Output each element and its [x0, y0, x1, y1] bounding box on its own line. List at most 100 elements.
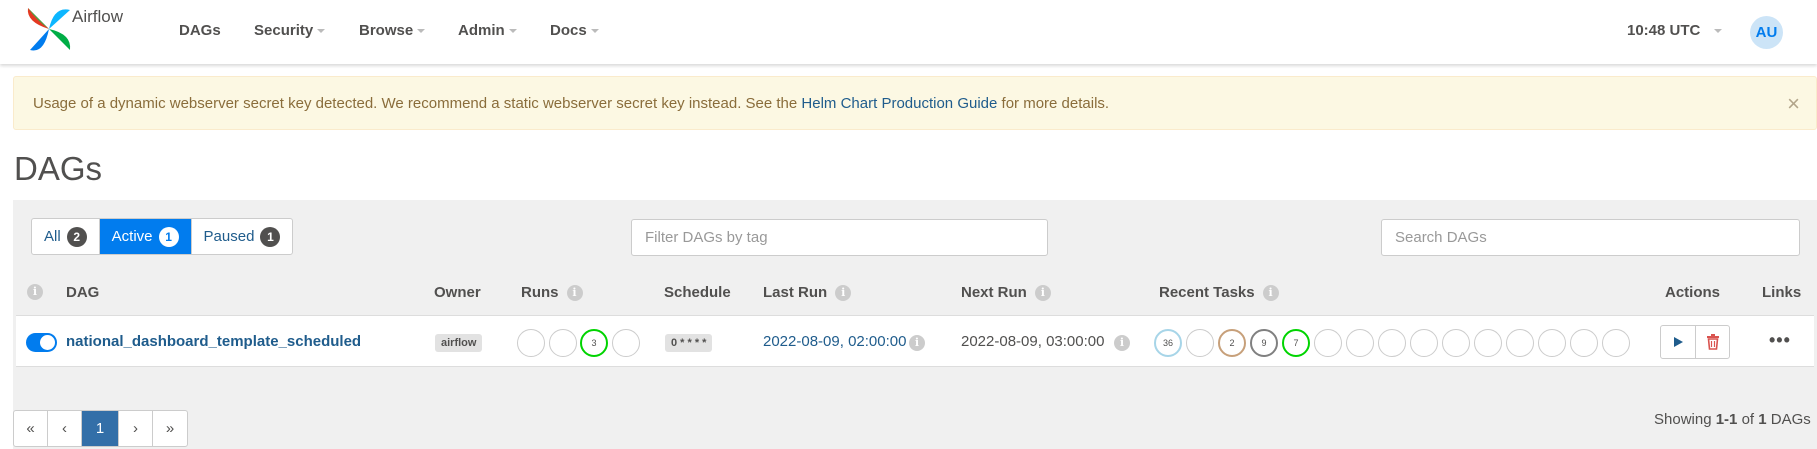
alert-text-after: for more details. — [997, 94, 1110, 112]
caret-down-icon — [508, 28, 517, 33]
nav-browse[interactable]: Browse — [359, 22, 426, 39]
header-links-label: Links — [1762, 284, 1802, 301]
secret-key-alert: Usage of a dynamic webserver secret key … — [13, 76, 1817, 130]
header-owner-label: Owner — [434, 284, 481, 301]
header-schedule-label: Schedule — [664, 284, 731, 301]
info-icon[interactable]: i — [1262, 284, 1279, 301]
close-icon[interactable]: × — [1787, 91, 1800, 117]
filter-paused-button[interactable]: Paused 1 — [192, 219, 293, 254]
clock-dropdown[interactable]: 10:48 UTC — [1627, 22, 1723, 39]
filter-paused-count: 1 — [260, 226, 281, 247]
info-icon[interactable]: i — [835, 284, 852, 301]
header-schedule: Schedule — [664, 284, 731, 301]
nav-admin[interactable]: Admin — [458, 22, 517, 39]
task-state-circle-success[interactable]: 7 — [1282, 329, 1310, 357]
airflow-pinwheel-icon — [27, 8, 71, 51]
task-state-circle[interactable] — [1602, 329, 1630, 357]
status-filter-group: All 2 Active 1 Paused 1 — [31, 218, 294, 255]
play-icon — [1674, 337, 1683, 347]
alert-text: Usage of a dynamic webserver secret key … — [33, 95, 1109, 112]
header-dag[interactable]: DAG — [66, 284, 99, 301]
header-info: i — [27, 284, 43, 300]
nav-admin-label: Admin — [458, 22, 505, 39]
search-dags-input[interactable]: Search DAGs — [1381, 219, 1800, 256]
header-next-run-label: Next Run — [961, 284, 1027, 301]
nav-security-label: Security — [254, 22, 314, 39]
nav-dags[interactable]: DAGs — [179, 22, 221, 39]
filter-active-button[interactable]: Active 1 — [99, 219, 192, 254]
header-actions: Actions — [1665, 284, 1720, 301]
nav-browse-label: Browse — [359, 22, 414, 39]
delete-dag-button[interactable] — [1695, 326, 1729, 358]
task-state-circle-scheduled[interactable]: 36 — [1154, 329, 1182, 357]
nav-security[interactable]: Security — [254, 22, 326, 39]
header-next-run[interactable]: Next Run i — [961, 284, 1051, 301]
header-runs-label: Runs — [521, 284, 559, 301]
filter-active-count: 1 — [158, 226, 179, 247]
page-next-button[interactable]: › — [119, 411, 153, 446]
task-state-circle[interactable] — [1538, 329, 1566, 357]
header-actions-label: Actions — [1665, 284, 1721, 301]
page-prev-button[interactable]: ‹ — [48, 411, 82, 446]
run-state-circle[interactable] — [612, 329, 640, 357]
dag-pause-toggle[interactable] — [26, 333, 57, 352]
task-state-circle[interactable] — [1378, 329, 1406, 357]
last-run-link[interactable]: 2022-08-09, 02:00:00 — [763, 333, 906, 350]
showing-prefix: Showing — [1654, 411, 1716, 428]
task-state-circle[interactable] — [1410, 329, 1438, 357]
page-last-button[interactable]: » — [153, 411, 187, 446]
info-icon[interactable]: i — [566, 284, 583, 301]
helm-chart-guide-link[interactable]: Helm Chart Production Guide — [801, 95, 997, 112]
header-recent-tasks: Recent Tasks i — [1159, 284, 1279, 301]
brand-logo[interactable]: Airflow — [22, 2, 123, 56]
next-run-value: 2022-08-09, 03:00:00 — [961, 333, 1105, 350]
task-state-circle[interactable] — [1570, 329, 1598, 357]
showing-total: 1 — [1758, 411, 1767, 428]
info-icon[interactable]: i — [27, 284, 43, 300]
trash-icon — [1706, 334, 1719, 350]
schedule-tag[interactable]: 0 * * * * — [665, 334, 713, 352]
alert-text-before: Usage of a dynamic webserver secret key … — [33, 94, 802, 112]
dag-id-link[interactable]: national_dashboard_template_scheduled — [66, 333, 361, 350]
owner-tag[interactable]: airflow — [435, 334, 483, 352]
info-icon[interactable]: i — [1114, 335, 1130, 351]
header-recent-tasks-label: Recent Tasks — [1159, 284, 1255, 301]
nav-docs-label: Docs — [550, 22, 587, 39]
caret-down-icon — [1714, 28, 1723, 33]
run-state-circle[interactable] — [517, 329, 545, 357]
filter-paused-label: Paused — [203, 228, 255, 245]
links-menu-icon[interactable]: ••• — [1769, 330, 1791, 351]
page-title: DAGs — [14, 150, 103, 187]
nav-docs[interactable]: Docs — [550, 22, 599, 39]
filter-all-label: All — [44, 228, 61, 245]
header-last-run[interactable]: Last Run i — [763, 284, 852, 301]
info-icon[interactable]: i — [1034, 284, 1051, 301]
task-state-circle[interactable] — [1474, 329, 1502, 357]
task-state-circle[interactable] — [1314, 329, 1342, 357]
task-state-circle[interactable] — [1442, 329, 1470, 357]
task-state-circle[interactable] — [1506, 329, 1534, 357]
header-links: Links — [1762, 284, 1801, 301]
run-state-circle-success[interactable]: 3 — [580, 329, 608, 357]
showing-suffix: DAGs — [1766, 411, 1811, 428]
header-owner[interactable]: Owner — [434, 284, 481, 301]
filter-active-label: Active — [111, 228, 153, 245]
user-avatar[interactable]: AU — [1750, 16, 1783, 49]
task-state-circle[interactable] — [1186, 329, 1214, 357]
caret-down-icon — [317, 28, 326, 33]
filter-all-button[interactable]: All 2 — [32, 219, 100, 254]
task-state-circle-upstream-failed[interactable]: 2 — [1218, 329, 1246, 357]
trigger-dag-button[interactable] — [1661, 326, 1695, 358]
page-first-button[interactable]: « — [14, 411, 48, 446]
run-state-circle[interactable] — [549, 329, 577, 357]
page-current-button[interactable]: 1 — [82, 411, 119, 446]
header-dag-label: DAG — [66, 284, 100, 301]
filter-all-count: 2 — [66, 226, 87, 247]
task-state-circle[interactable] — [1346, 329, 1374, 357]
info-icon[interactable]: i — [909, 335, 925, 351]
caret-down-icon — [590, 28, 599, 33]
brand-name: Airflow — [72, 7, 124, 26]
task-state-circle-queued[interactable]: 9 — [1250, 329, 1278, 357]
caret-down-icon — [417, 28, 426, 33]
tag-filter-input[interactable]: Filter DAGs by tag — [631, 219, 1048, 256]
